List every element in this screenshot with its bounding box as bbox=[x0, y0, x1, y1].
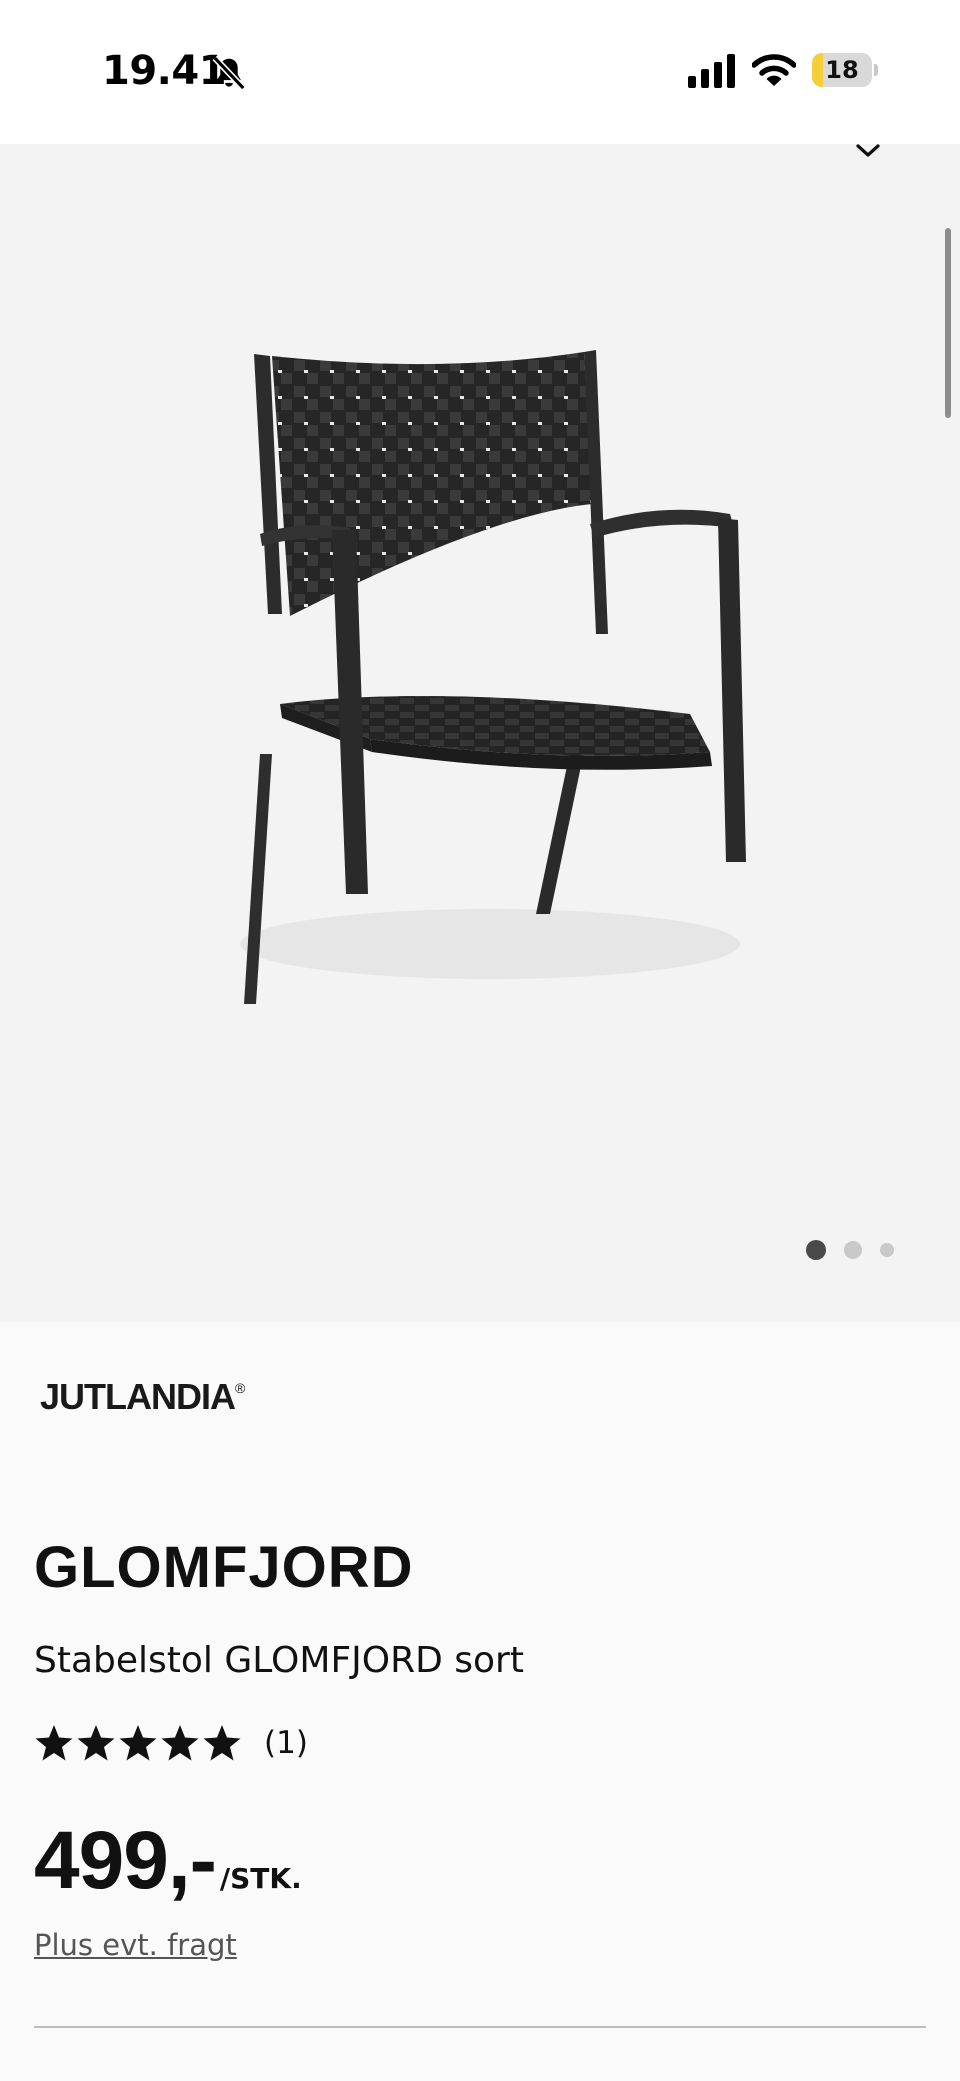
status-bar: 19.41 18 bbox=[0, 0, 960, 144]
bell-slash-icon bbox=[212, 55, 246, 91]
price-unit: /STK. bbox=[219, 1862, 302, 1895]
scroll-indicator[interactable] bbox=[945, 228, 951, 418]
chair-image bbox=[240, 350, 746, 1004]
rating[interactable]: (1) bbox=[34, 1722, 308, 1764]
star-icon bbox=[203, 1725, 241, 1761]
star-icon bbox=[119, 1725, 157, 1761]
battery-body: 18 bbox=[812, 53, 872, 87]
brand-logo[interactable]: JUTLANDIA® bbox=[40, 1376, 245, 1418]
battery-tip bbox=[874, 64, 878, 76]
status-time: 19.41 bbox=[102, 48, 227, 94]
carousel-dot[interactable] bbox=[844, 1241, 862, 1259]
registered-mark: ® bbox=[235, 1380, 245, 1396]
battery-level: 18 bbox=[825, 56, 859, 84]
carousel-dot[interactable] bbox=[880, 1243, 894, 1257]
star-icon bbox=[161, 1725, 199, 1761]
star-icon bbox=[35, 1725, 73, 1761]
price-row: 499,- /STK. bbox=[34, 1814, 302, 1908]
wifi-icon bbox=[752, 54, 796, 86]
carousel-dots[interactable] bbox=[806, 1238, 912, 1262]
star-icon bbox=[77, 1725, 115, 1761]
cellular-signal-icon bbox=[688, 54, 735, 88]
carousel-dot[interactable] bbox=[806, 1240, 826, 1260]
chevron-down-icon[interactable] bbox=[852, 144, 884, 162]
freight-info-link[interactable]: Plus evt. fragt bbox=[34, 1928, 237, 1962]
divider bbox=[34, 2026, 926, 2028]
brand-name: JUTLANDIA bbox=[40, 1376, 236, 1417]
product-title: GLOMFJORD bbox=[34, 1535, 414, 1600]
rating-stars bbox=[34, 1723, 244, 1763]
product-image-gallery[interactable] bbox=[0, 144, 960, 1322]
price: 499,- bbox=[34, 1815, 217, 1906]
battery-indicator: 18 bbox=[812, 53, 878, 87]
rating-count: (1) bbox=[264, 1725, 308, 1761]
product-description: Stabelstol GLOMFJORD sort bbox=[34, 1640, 524, 1681]
